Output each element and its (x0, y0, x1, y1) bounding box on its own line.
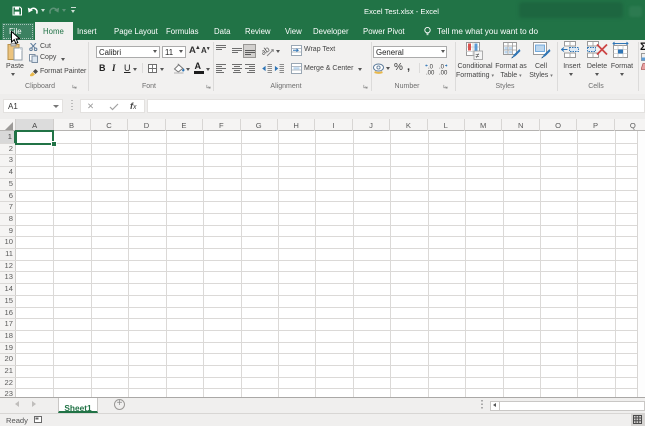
svg-text:≠: ≠ (476, 53, 480, 60)
svg-text:ab: ab (262, 44, 272, 57)
svg-text:.00: .00 (426, 71, 435, 76)
